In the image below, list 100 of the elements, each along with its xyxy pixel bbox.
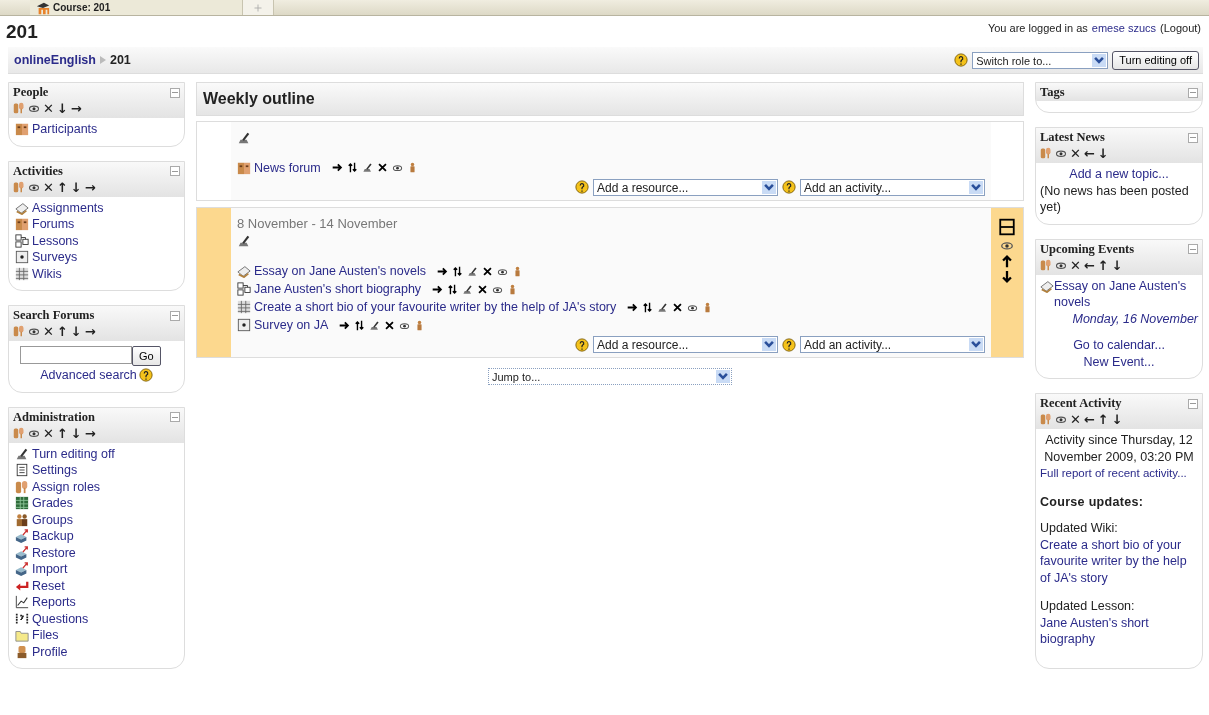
turn-editing-off-button[interactable]: Turn editing off [1112,50,1199,70]
dropdown-arrow-icon[interactable] [969,180,983,194]
help-icon[interactable] [782,180,796,195]
pen-icon[interactable] [369,319,381,331]
block-control[interactable]: → [70,102,82,115]
dropdown-arrow-icon[interactable] [1092,53,1107,67]
move-icon[interactable] [354,319,366,331]
help-icon[interactable] [575,180,589,195]
add-topic-link[interactable]: Add a new topic... [1069,166,1169,183]
right-arrow-icon[interactable] [331,162,343,174]
block-control[interactable]: ✕ [1070,258,1081,272]
block-link[interactable]: Wikis [32,265,62,282]
block-control[interactable]: ↑ [1097,258,1109,272]
block-control[interactable]: ↑ [56,426,68,440]
right-arrow-icon[interactable] [627,301,639,313]
delete-icon[interactable] [376,162,388,174]
pen-icon[interactable] [462,283,474,295]
block-link[interactable]: Import [32,561,68,578]
block-link[interactable]: Forums [32,216,75,233]
calendar-link[interactable]: Go to calendar... [1073,337,1165,354]
go-button[interactable]: Go [132,346,161,366]
help-icon[interactable] [138,368,153,383]
block-link[interactable]: Files [32,627,59,644]
block-control[interactable]: ↑ [1097,413,1109,426]
search-field[interactable] [20,346,132,364]
block-control[interactable]: ← [1083,258,1095,272]
help-icon[interactable] [954,53,969,67]
add-activity-select[interactable]: Add an activity... [800,336,985,354]
right-arrow-icon[interactable] [432,283,444,295]
block-link[interactable]: Profile [32,643,68,660]
collapse-icon[interactable] [170,166,180,176]
update-link[interactable]: Create a short bio of your favourite writer by the help of JA's story [1040,536,1198,586]
block-link[interactable]: Participants [32,121,98,138]
block-link[interactable]: Surveys [32,249,78,266]
up-arrow-icon[interactable] [1000,253,1014,268]
delete-icon[interactable] [384,319,396,331]
block-link[interactable]: Settings [32,462,78,479]
block-link[interactable]: Assign roles [32,478,101,495]
delete-icon[interactable] [481,265,493,277]
full-report-link[interactable]: Full report of recent activity... [1040,467,1187,479]
collapse-icon[interactable] [170,412,180,422]
collapse-section-icon[interactable] [998,217,1016,236]
block-control[interactable]: ✕ [43,180,54,194]
block-control[interactable]: → [84,180,96,194]
block-control[interactable]: ✕ [43,325,54,338]
block-control[interactable]: → [84,426,96,440]
activity-link[interactable]: Jane Austen's short biography [254,280,422,299]
move-icon[interactable] [447,283,459,295]
block-link[interactable]: Lessons [32,232,79,249]
pen-icon[interactable] [657,301,669,313]
block-link[interactable]: Reports [32,594,76,611]
block-control[interactable]: ✕ [43,102,54,115]
add-resource-select[interactable]: Add a resource... [593,336,778,354]
help-icon[interactable] [782,337,796,352]
right-arrow-icon[interactable] [436,265,448,277]
logout-link[interactable]: (Logout) [1160,22,1201,34]
block-control[interactable]: ← [1083,147,1095,160]
collapse-icon[interactable] [1188,132,1198,143]
block-control[interactable]: ↓ [1097,147,1109,160]
calendar-link[interactable]: New Event... [1083,353,1155,370]
browser-tab[interactable]: Course: 201 [30,0,242,15]
delete-icon[interactable] [672,301,684,313]
activity-link[interactable]: Essay on Jane Austen's novels [254,262,426,281]
move-icon[interactable] [451,265,463,277]
dropdown-arrow-icon[interactable] [762,338,776,352]
block-control[interactable]: ✕ [43,426,54,440]
pen-icon[interactable] [237,130,251,145]
right-arrow-icon[interactable] [339,319,351,331]
block-control[interactable]: ↓ [1111,258,1123,272]
activity-link[interactable]: Create a short bio of your favourite writer by the help of JA's story [254,298,617,317]
dropdown-arrow-icon[interactable] [762,180,776,194]
block-control[interactable]: ↓ [70,426,82,440]
advanced-search-link[interactable]: Advanced search [40,367,137,384]
add-resource-select[interactable]: Add a resource... [593,178,778,196]
block-link[interactable]: Grades [32,495,73,512]
block-control[interactable]: ↑ [56,325,68,338]
block-link[interactable]: Backup [32,528,74,545]
collapse-icon[interactable] [1188,87,1198,98]
jump-to-select[interactable]: Jump to... [488,368,732,386]
block-link[interactable]: Restore [32,544,76,561]
move-icon[interactable] [346,162,358,174]
block-link[interactable]: Assignments [32,199,104,216]
collapse-icon[interactable] [170,310,180,321]
switch-role-select[interactable]: Switch role to... [972,51,1109,69]
breadcrumb-link[interactable]: onlineEnglish [14,53,96,67]
block-link[interactable]: Questions [32,610,89,627]
block-control[interactable]: ↓ [1111,413,1123,426]
delete-icon[interactable] [477,283,489,295]
block-control[interactable]: ↓ [70,180,82,194]
collapse-icon[interactable] [1188,244,1198,254]
move-icon[interactable] [642,301,654,313]
help-icon[interactable] [575,337,589,352]
block-control[interactable]: ↓ [56,102,68,115]
dropdown-arrow-icon[interactable] [716,370,730,384]
block-link[interactable]: Turn editing off [32,445,115,462]
pen-icon[interactable] [466,265,478,277]
block-link[interactable]: Groups [32,511,73,528]
update-link[interactable]: Jane Austen's short biography [1040,614,1198,648]
add-activity-select[interactable]: Add an activity... [800,178,985,196]
block-control[interactable]: ↑ [56,180,68,194]
